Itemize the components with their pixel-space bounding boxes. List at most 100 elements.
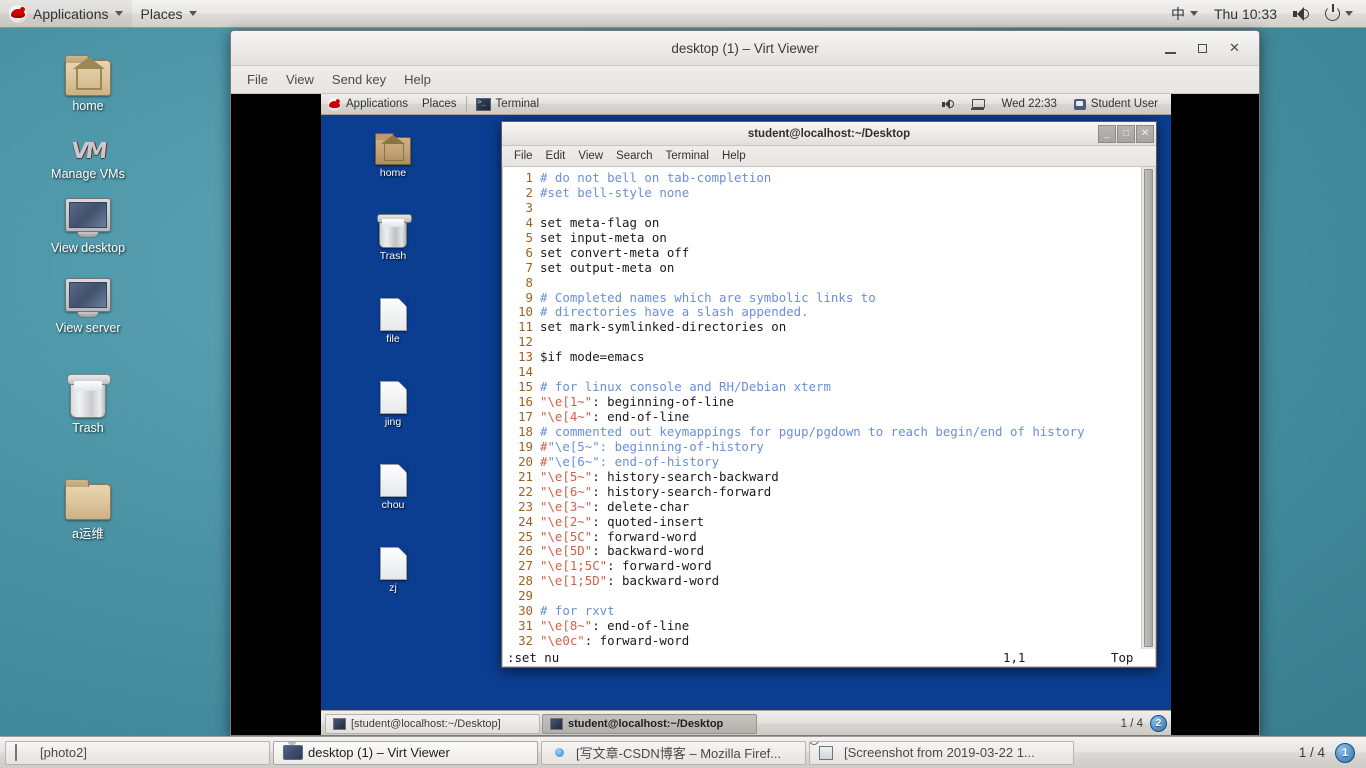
close-button[interactable]: ✕ — [1227, 41, 1242, 56]
vim-line: 26"\e[5D": backward-word — [507, 544, 1141, 559]
chevron-down-icon — [189, 11, 197, 16]
system-menu-button[interactable] — [1318, 0, 1360, 28]
terminal-menu-terminal[interactable]: Terminal — [660, 148, 715, 164]
vim-line: 10# directories have a slash appended. — [507, 305, 1141, 320]
guest-desktop[interactable]: home Trash file jing chou — [321, 115, 1171, 710]
guest-screen[interactable]: Applications Places Terminal — [321, 94, 1171, 735]
guest-workspace-badge[interactable]: 2 — [1150, 715, 1167, 732]
terminal-menu-view[interactable]: View — [572, 148, 609, 164]
guest-network-button[interactable] — [964, 94, 991, 115]
volume-button[interactable] — [1286, 0, 1316, 28]
vim-line-number: 16 — [507, 395, 533, 410]
menu-send-key[interactable]: Send key — [324, 69, 394, 90]
menu-file[interactable]: File — [239, 69, 276, 90]
vim-line-number: 9 — [507, 291, 533, 306]
terminal-menu-help[interactable]: Help — [716, 148, 752, 164]
vim-line: 20#"\e[6~": end-of-history — [507, 455, 1141, 470]
menu-view[interactable]: View — [278, 69, 322, 90]
terminal-scrollbar[interactable] — [1141, 167, 1155, 666]
guest-icon-trash[interactable]: Trash — [357, 208, 429, 262]
guest-volume-button[interactable] — [935, 94, 961, 115]
guest-icon-zj[interactable]: zj — [357, 540, 429, 594]
vim-line: 21"\e[5~": history-search-backward — [507, 470, 1141, 485]
host-task-firefox[interactable]: [写文章-CSDN博客 – Mozilla Firef... — [541, 741, 806, 765]
scrollbar-thumb[interactable] — [1144, 169, 1153, 647]
terminal-titlebar[interactable]: student@localhost:~/Desktop _ □ ✕ — [502, 122, 1156, 146]
vim-line: 6set convert-meta off — [507, 246, 1141, 261]
guest-clock-label: Wed 22:33 — [1001, 98, 1056, 110]
terminal-menu-search[interactable]: Search — [610, 148, 658, 164]
desktop-icon-label: a运维 — [23, 523, 153, 542]
vim-line-number: 3 — [507, 201, 533, 216]
guest-task-button-active[interactable]: student@localhost:~/Desktop — [542, 714, 757, 734]
host-clock[interactable]: Thu 10:33 — [1207, 0, 1284, 28]
guest-window-terminal[interactable]: Terminal — [469, 94, 546, 115]
desktop-icon-view-server[interactable]: View server — [23, 270, 153, 335]
vim-line-text: : quoted-insert — [592, 514, 704, 529]
guest-icon-file[interactable]: file — [357, 291, 429, 345]
host-task-screenshot[interactable]: [Screenshot from 2019-03-22 1... — [809, 741, 1074, 765]
terminal-menu-edit[interactable]: Edit — [540, 148, 572, 164]
host-task-virt-viewer[interactable]: desktop (1) – Virt Viewer — [273, 741, 538, 765]
guest-icon-label: jing — [357, 416, 429, 428]
desktop-icon-a-yunwei[interactable]: a运维 — [23, 472, 153, 542]
volume-icon — [1293, 7, 1309, 21]
guest-task-button[interactable]: [student@localhost:~/Desktop] — [325, 714, 540, 734]
guest-clock[interactable]: Wed 22:33 — [994, 94, 1063, 115]
vim-line-text: : delete-char — [592, 499, 689, 514]
vim-line-number: 18 — [507, 425, 533, 440]
desktop-icon-trash[interactable]: Trash — [23, 370, 153, 435]
guest-places-menu[interactable]: Places — [415, 94, 464, 115]
maximize-button[interactable] — [1195, 41, 1210, 56]
host-clock-label: Thu 10:33 — [1214, 6, 1277, 22]
host-workspace-badge[interactable]: 1 — [1335, 743, 1355, 763]
vim-line: 5set input-meta on — [507, 231, 1141, 246]
guest-icon-jing[interactable]: jing — [357, 374, 429, 428]
menu-help[interactable]: Help — [396, 69, 439, 90]
terminal-screen[interactable]: 1# do not bell on tab-completion2#set be… — [502, 167, 1156, 667]
virt-viewer-titlebar[interactable]: desktop (1) – Virt Viewer ✕ — [231, 31, 1259, 66]
guest-user-menu[interactable]: Student User — [1067, 94, 1165, 115]
vim-line-text: set mark-symlinked-directories on — [540, 319, 786, 334]
terminal-title: student@localhost:~/Desktop — [502, 128, 1156, 140]
terminal-minimize-button[interactable]: _ — [1098, 125, 1116, 143]
guest-icon-label: Trash — [357, 250, 429, 262]
guest-icon-chou[interactable]: chou — [357, 457, 429, 511]
vim-scroll-indicator: Top — [1111, 650, 1133, 665]
terminal-maximize-button[interactable]: □ — [1117, 125, 1135, 143]
vim-status-line: :set nu 1,1 Top — [503, 649, 1155, 666]
redhat-logo-icon — [9, 5, 27, 23]
vim-buffer[interactable]: 1# do not bell on tab-completion2#set be… — [503, 167, 1141, 666]
vim-line: 32"\e0c": forward-word — [507, 634, 1141, 649]
applications-menu[interactable]: Applications — [0, 0, 132, 28]
desktop-icon-home[interactable]: home — [23, 48, 153, 113]
host-pager-label: 1 / 4 — [1299, 745, 1332, 760]
places-menu[interactable]: Places — [132, 0, 206, 28]
minimize-button[interactable] — [1163, 41, 1178, 56]
guest-icon-home[interactable]: home — [357, 125, 429, 179]
guest-applications-menu[interactable]: Applications — [321, 94, 415, 115]
desktop-icon-manage-vms[interactable]: VM Manage VMs — [23, 116, 153, 181]
host-task-photo2[interactable]: [photo2] — [5, 741, 270, 765]
terminal-window-controls: _ □ ✕ — [1097, 125, 1156, 143]
terminal-menu-file[interactable]: File — [508, 148, 539, 164]
vim-line-text: set meta-flag on — [540, 215, 659, 230]
vim-line-text: #set bell-style none — [540, 185, 689, 200]
vim-line-text: "\e[5D" — [540, 543, 592, 558]
places-menu-label: Places — [141, 6, 183, 22]
folder-home-icon — [23, 48, 153, 96]
vim-line-number: 21 — [507, 470, 533, 485]
vim-line: 17"\e[4~": end-of-line — [507, 410, 1141, 425]
vim-line-number: 2 — [507, 186, 533, 201]
vim-line-text: set output-meta on — [540, 260, 674, 275]
vim-line-number: 23 — [507, 500, 533, 515]
input-method-indicator[interactable]: 中 — [1164, 0, 1205, 28]
vim-line-text: # directories have a slash appended. — [540, 304, 809, 319]
screenshot-icon — [819, 745, 837, 761]
terminal-close-button[interactable]: ✕ — [1136, 125, 1154, 143]
desktop-icon-view-desktop[interactable]: View desktop — [23, 190, 153, 255]
desktop-icon-label: View server — [23, 321, 153, 335]
trash-icon — [357, 208, 429, 248]
guest-icon-label: chou — [357, 499, 429, 511]
vim-line: 15# for linux console and RH/Debian xter… — [507, 380, 1141, 395]
